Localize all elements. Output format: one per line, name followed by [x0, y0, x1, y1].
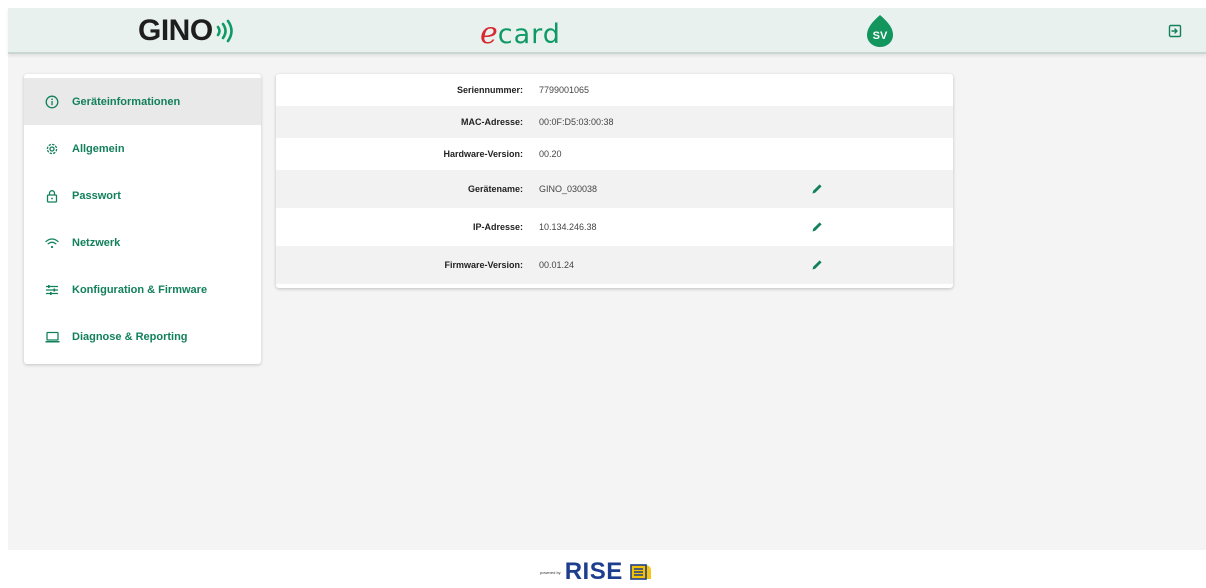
info-label: Firmware-Version: — [444, 260, 523, 270]
info-value: GINO_030038 — [539, 184, 598, 194]
sv-logo: SV — [866, 14, 894, 53]
pencil-icon — [812, 184, 822, 194]
sidebar-item-passwort[interactable]: Passwort — [24, 172, 261, 219]
info-value: 00.01.24 — [539, 260, 575, 270]
sv-logo-text: SV — [873, 30, 888, 42]
info-label: IP-Adresse: — [472, 222, 523, 232]
sliders-icon — [44, 282, 60, 298]
gino-logo: GINO — [138, 14, 237, 48]
info-icon — [44, 94, 60, 110]
footer-branding: powered by RISE — [540, 558, 653, 586]
info-row-hardware-version: Hardware-Version: 00.20 — [276, 138, 953, 170]
gear-icon — [44, 141, 60, 157]
sidebar-item-label: Diagnose & Reporting — [72, 330, 188, 343]
info-value: 7799001065 — [539, 85, 590, 95]
sidebar-item-label: Geräteinformationen — [72, 95, 181, 108]
info-row-seriennummer: Seriennummer: 7799001065 — [276, 74, 953, 106]
ecard-logo-e: e — [480, 16, 498, 51]
info-row-mac-adresse: MAC-Adresse: 00:0F:D5:03:00:38 — [276, 106, 953, 138]
info-value: 10.134.246.38 — [539, 222, 597, 232]
device-info-card: Seriennummer: 7799001065 MAC-Adresse: 00… — [276, 74, 953, 288]
sv-leaf-icon: SV — [867, 15, 893, 47]
logout-button[interactable] — [1166, 22, 1184, 40]
pencil-icon — [812, 222, 822, 232]
nfc-waves-icon — [216, 19, 233, 43]
sidebar-item-diagnose-reporting[interactable]: Diagnose & Reporting — [24, 313, 261, 360]
sidebar-item-allgemein[interactable]: Allgemein — [24, 125, 261, 172]
edit-ip-adresse-button[interactable] — [810, 220, 824, 234]
sidebar-item-geraeteinformationen[interactable]: Geräteinformationen — [24, 78, 261, 125]
info-value: 00.20 — [539, 149, 562, 159]
sidebar-nav: Geräteinformationen Allgemein Passwort N… — [24, 74, 261, 364]
sidebar-item-label: Allgemein — [72, 142, 125, 155]
ecard-logo-card: card — [497, 19, 561, 50]
ecard-logo: e card — [480, 16, 561, 51]
edit-geraetename-button[interactable] — [810, 182, 824, 196]
info-label: Hardware-Version: — [443, 149, 523, 159]
edit-firmware-version-button[interactable] — [810, 258, 824, 272]
logout-icon — [1168, 24, 1182, 38]
laptop-icon — [44, 329, 60, 345]
info-value: 00:0F:D5:03:00:38 — [539, 117, 614, 127]
info-row-ip-adresse: IP-Adresse: 10.134.246.38 — [276, 208, 953, 246]
gino-logo-text: GINO — [138, 14, 213, 47]
info-row-firmware-version: Firmware-Version: 00.01.24 — [276, 246, 953, 284]
info-label: MAC-Adresse: — [460, 117, 523, 127]
info-row-geraetename: Gerätename: GINO_030038 — [276, 170, 953, 208]
sidebar-item-label: Netzwerk — [72, 236, 121, 249]
info-label: Seriennummer: — [456, 85, 523, 95]
sidebar-item-netzwerk[interactable]: Netzwerk — [24, 219, 261, 266]
header-bar: GINO e card SV — [8, 8, 1206, 54]
wifi-icon — [44, 235, 60, 251]
sidebar-item-konfiguration-firmware[interactable]: Konfiguration & Firmware — [24, 266, 261, 313]
pencil-icon — [812, 260, 822, 270]
lock-icon — [44, 188, 60, 204]
sidebar-item-label: Konfiguration & Firmware — [72, 283, 208, 296]
rise-logo-icon — [629, 564, 651, 580]
app-shell: GINO e card SV Geräteinformationen Allge… — [8, 8, 1206, 550]
sidebar-item-label: Passwort — [72, 189, 121, 202]
info-label: Gerätename: — [467, 184, 523, 194]
rise-logo-text: RISE — [564, 558, 623, 585]
powered-by-text: powered by — [540, 569, 561, 575]
